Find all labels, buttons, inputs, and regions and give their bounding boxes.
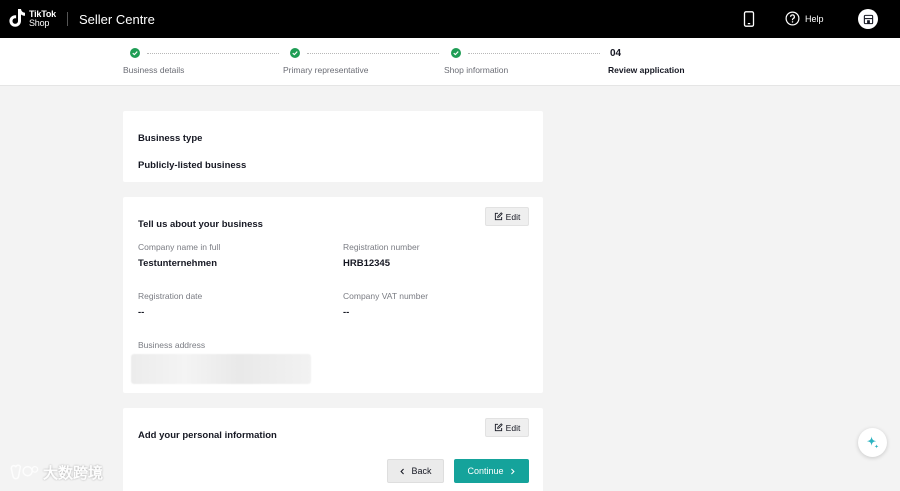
- step-primary-representative: Primary representative: [283, 48, 369, 75]
- shop-avatar[interactable]: [858, 9, 878, 29]
- help-icon: [785, 11, 800, 26]
- tiktok-note-icon: [9, 9, 25, 27]
- edit-personal-button[interactable]: Edit: [485, 418, 529, 437]
- check-icon: [451, 48, 461, 58]
- step-connector: [147, 53, 279, 54]
- progress-stepper: Business details Primary representative …: [0, 38, 900, 86]
- continue-button[interactable]: Continue: [454, 459, 529, 483]
- step-label: Business details: [123, 65, 185, 75]
- step-label: Shop information: [444, 65, 509, 75]
- check-icon: [130, 48, 140, 58]
- title-divider: [67, 12, 68, 26]
- redacted-address: [131, 354, 311, 384]
- edit-label: Edit: [505, 211, 521, 222]
- registration-date-label: Registration date: [138, 291, 203, 301]
- edit-business-button[interactable]: Edit: [485, 207, 529, 226]
- shop-icon: [863, 14, 873, 24]
- phone-icon[interactable]: [743, 11, 755, 27]
- ai-assistant-button[interactable]: [858, 428, 887, 457]
- back-button[interactable]: Back: [387, 459, 444, 483]
- company-name-value: Testunternehmen: [138, 258, 218, 269]
- chevron-left-icon: [400, 468, 405, 474]
- logo-line-2: Shop: [29, 17, 50, 28]
- help-button[interactable]: Help: [785, 11, 824, 26]
- continue-label: Continue: [467, 466, 504, 476]
- app-title: Seller Centre: [79, 12, 155, 27]
- vat-number-value: --: [343, 307, 350, 318]
- tiktok-shop-logo[interactable]: TikTok Shop: [9, 8, 56, 29]
- edit-label: Edit: [505, 422, 521, 433]
- step-review-application: 04 Review application: [608, 48, 685, 75]
- watermark: 大数跨境: [8, 462, 103, 483]
- registration-date-value: --: [138, 307, 145, 318]
- back-label: Back: [411, 466, 432, 476]
- step-label: Review application: [608, 65, 685, 75]
- edit-icon: [494, 212, 503, 221]
- company-name-label: Company name in full: [138, 242, 221, 252]
- step-number: 04: [610, 48, 622, 59]
- registration-number-label: Registration number: [343, 242, 420, 252]
- business-info-heading: Tell us about your business: [138, 219, 263, 230]
- watermark-logo-icon: [10, 464, 39, 479]
- step-label: Primary representative: [283, 65, 369, 75]
- step-business-details: Business details: [123, 48, 184, 75]
- business-type-heading: Business type: [138, 133, 203, 144]
- chevron-right-icon: [510, 468, 515, 474]
- help-label: Help: [805, 13, 824, 24]
- business-info-card: Tell us about your business Edit Company…: [123, 197, 543, 393]
- business-type-card: Business type Publicly-listed business: [123, 111, 543, 182]
- step-connector: [307, 53, 439, 54]
- top-bar: TikTok Shop Seller Centre Help: [0, 0, 900, 38]
- watermark-text: 大数跨境: [43, 465, 104, 482]
- registration-number-value: HRB12345: [343, 258, 390, 269]
- step-shop-information: Shop information: [444, 48, 508, 75]
- personal-info-heading: Add your personal information: [138, 430, 277, 441]
- vat-number-label: Company VAT number: [343, 291, 429, 301]
- sparkle-icon: [866, 436, 879, 449]
- business-type-value: Publicly-listed business: [138, 160, 247, 171]
- footer-actions: Back Continue: [123, 452, 543, 491]
- step-connector: [468, 53, 600, 54]
- edit-icon: [494, 423, 503, 432]
- business-address-label: Business address: [138, 340, 206, 350]
- check-icon: [290, 48, 300, 58]
